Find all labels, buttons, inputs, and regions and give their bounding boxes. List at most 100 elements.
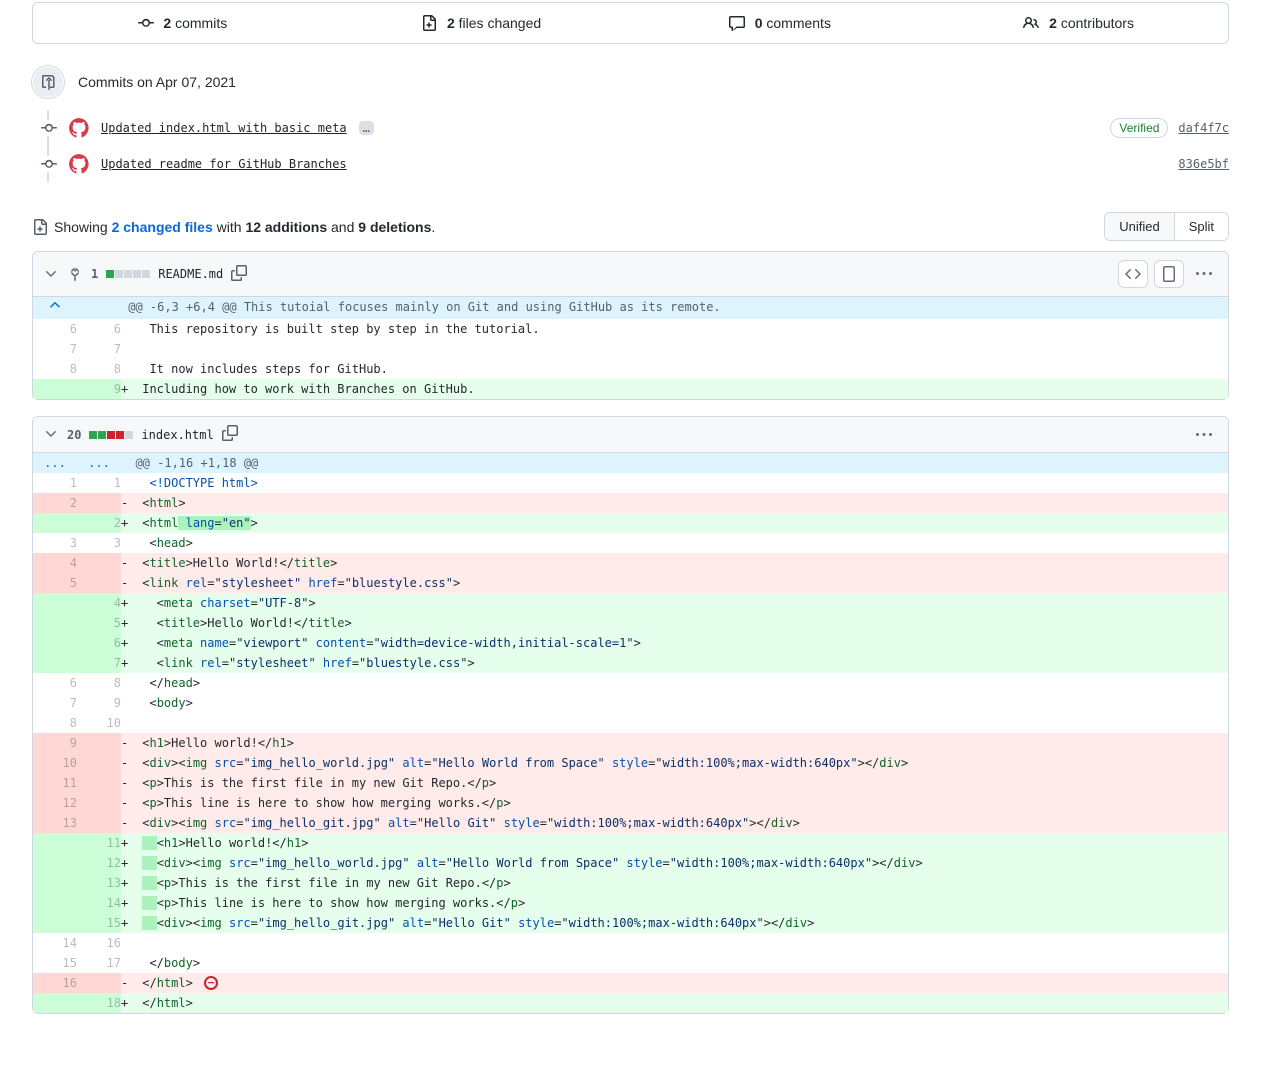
new-line-number[interactable]: 18: [77, 993, 121, 1013]
unfold-icon[interactable]: [67, 266, 83, 282]
new-line-number[interactable]: 1: [77, 473, 121, 493]
code-line: + </html>: [121, 993, 1228, 1013]
old-line-number[interactable]: [33, 893, 77, 913]
collapse-file-button[interactable]: [43, 425, 59, 444]
old-line-number[interactable]: [33, 993, 77, 1013]
new-line-number[interactable]: 7: [77, 339, 121, 359]
collapse-file-button[interactable]: [43, 265, 59, 284]
copy-path-button[interactable]: [231, 265, 247, 284]
file-actions-menu[interactable]: [1190, 260, 1218, 288]
new-line-number[interactable]: [77, 813, 121, 833]
commit-message-link[interactable]: Updated index.html with basic meta: [101, 121, 347, 135]
old-line-number[interactable]: [33, 593, 77, 613]
new-line-number[interactable]: [77, 733, 121, 753]
commit-author-avatar[interactable]: [69, 154, 89, 174]
old-line-number[interactable]: 7: [33, 339, 77, 359]
commit-sha-link[interactable]: 836e5bf: [1178, 157, 1229, 171]
old-line-number[interactable]: [33, 913, 77, 933]
old-line-number[interactable]: 13: [33, 813, 77, 833]
commit-expand-button[interactable]: …: [359, 121, 374, 135]
old-line-number[interactable]: 11: [33, 773, 77, 793]
new-line-number[interactable]: [77, 573, 121, 593]
new-line-number[interactable]: 8: [77, 673, 121, 693]
old-line-number[interactable]: 3: [33, 533, 77, 553]
old-line-number[interactable]: [33, 653, 77, 673]
tab-files-changed[interactable]: 2 files changed: [332, 3, 631, 43]
old-line-number[interactable]: 9: [33, 733, 77, 753]
new-line-number[interactable]: [77, 973, 121, 993]
old-line-number[interactable]: 8: [33, 359, 77, 379]
expand-hunk-button[interactable]: ...: [33, 453, 77, 473]
old-line-number[interactable]: 6: [33, 673, 77, 693]
new-line-number[interactable]: 4: [77, 593, 121, 613]
verified-badge[interactable]: Verified: [1110, 118, 1168, 138]
old-line-number[interactable]: 7: [33, 693, 77, 713]
old-line-number[interactable]: 4: [33, 553, 77, 573]
old-line-number[interactable]: 8: [33, 713, 77, 733]
old-line-number[interactable]: 10: [33, 753, 77, 773]
expand-hunk-button[interactable]: ...: [77, 453, 121, 473]
old-line-number[interactable]: [33, 633, 77, 653]
old-line-number[interactable]: 5: [33, 573, 77, 593]
new-line-number[interactable]: 6: [77, 319, 121, 339]
old-line-number[interactable]: 2: [33, 493, 77, 513]
code-line: </head>: [121, 673, 1228, 693]
code-line: + <h1>Hello world!</h1>: [121, 833, 1228, 853]
new-line-number[interactable]: [77, 753, 121, 773]
old-line-number[interactable]: [33, 379, 77, 399]
new-line-number[interactable]: 10: [77, 713, 121, 733]
new-line-number[interactable]: 11: [77, 833, 121, 853]
new-line-number[interactable]: 8: [77, 359, 121, 379]
new-line-number[interactable]: [77, 493, 121, 513]
new-line-number[interactable]: 15: [77, 913, 121, 933]
expand-hunk-button[interactable]: [33, 297, 77, 319]
new-line-number[interactable]: 3: [77, 533, 121, 553]
tab-contributors-count: 2: [1049, 15, 1057, 31]
new-line-number[interactable]: 12: [77, 853, 121, 873]
new-line-number[interactable]: 14: [77, 893, 121, 913]
old-line-number[interactable]: 12: [33, 793, 77, 813]
file-name-link[interactable]: README.md: [158, 267, 223, 281]
view-unified-button[interactable]: Unified: [1105, 213, 1173, 240]
new-line-number[interactable]: 7: [77, 653, 121, 673]
new-line-number[interactable]: [77, 793, 121, 813]
file-actions-menu[interactable]: [1190, 427, 1218, 443]
commit-row: Updated index.html with basic meta … Verif…: [41, 110, 1229, 146]
view-rendered-button[interactable]: [1154, 260, 1184, 288]
summary-deletions: 9 deletions: [358, 219, 431, 235]
old-line-number[interactable]: [33, 513, 77, 533]
view-split-button[interactable]: Split: [1174, 213, 1228, 240]
new-line-number[interactable]: 13: [77, 873, 121, 893]
expand-hunk-button[interactable]: [77, 297, 121, 319]
new-line-number[interactable]: [77, 553, 121, 573]
tab-contributors[interactable]: 2 contributors: [929, 3, 1228, 43]
code-line: - <link rel="stylesheet" href="bluestyle…: [121, 573, 1228, 593]
new-line-number[interactable]: 16: [77, 933, 121, 953]
new-line-number[interactable]: 2: [77, 513, 121, 533]
summary-files-link[interactable]: 2 changed files: [112, 219, 213, 235]
commit-message-link[interactable]: Updated readme for GitHub Branches: [101, 157, 347, 171]
tab-commits[interactable]: 2 commits: [33, 3, 332, 43]
new-line-number[interactable]: 5: [77, 613, 121, 633]
old-line-number[interactable]: 14: [33, 933, 77, 953]
new-line-number[interactable]: 6: [77, 633, 121, 653]
file-name-link[interactable]: index.html: [141, 428, 213, 442]
old-line-number[interactable]: 6: [33, 319, 77, 339]
old-line-number[interactable]: 16: [33, 973, 77, 993]
tab-comments[interactable]: 0 comments: [631, 3, 930, 43]
old-line-number[interactable]: [33, 613, 77, 633]
new-line-number[interactable]: [77, 773, 121, 793]
new-line-number[interactable]: 9: [77, 379, 121, 399]
copy-path-button[interactable]: [222, 425, 238, 444]
new-line-number[interactable]: 17: [77, 953, 121, 973]
old-line-number[interactable]: [33, 853, 77, 873]
old-line-number[interactable]: 15: [33, 953, 77, 973]
commit-author-avatar[interactable]: [69, 118, 89, 138]
new-line-number[interactable]: 9: [77, 693, 121, 713]
commit-sha-link[interactable]: daf4f7c: [1178, 121, 1229, 135]
old-line-number[interactable]: [33, 873, 77, 893]
old-line-number[interactable]: [33, 833, 77, 853]
file-diff: 20 index.html ...... @@ -1,16 +1,18 @@11…: [32, 416, 1229, 1014]
old-line-number[interactable]: 1: [33, 473, 77, 493]
view-source-button[interactable]: [1118, 260, 1148, 288]
